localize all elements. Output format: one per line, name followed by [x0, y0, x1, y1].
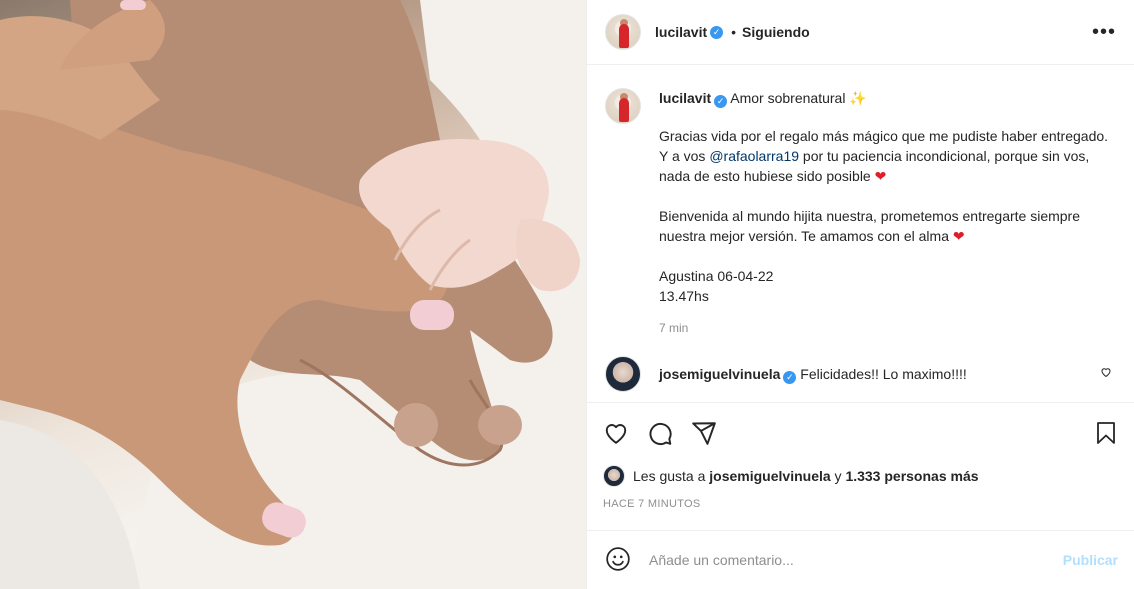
caption-username[interactable]: lucilavit: [659, 90, 711, 106]
share-icon[interactable]: [691, 420, 717, 446]
verified-badge-icon: ✓: [714, 95, 728, 108]
heart-icon[interactable]: [603, 420, 629, 446]
likes-prefix: Les gusta a: [633, 468, 706, 484]
more-options-icon[interactable]: •••: [1092, 22, 1116, 42]
comments-section: lucilavit ✓ Amor sobrenatural ✨ Gracias v…: [587, 66, 1134, 402]
comment-text: Felicidades!! Lo maximo!!!!: [800, 366, 967, 382]
caption-text: Bienvenida al mundo hijita nuestra, prom…: [659, 208, 1081, 244]
comment-body: josemiguelvinuela ✓ Felicidades!! Lo maxi…: [659, 364, 1116, 384]
liker-username[interactable]: josemiguelvinuela: [709, 468, 830, 484]
caption-date: Agustina 06-04-22: [659, 268, 774, 284]
sparkle-emoji-icon: ✨: [849, 90, 867, 106]
comment-input[interactable]: [649, 552, 1063, 568]
comment-item: josemiguelvinuela ✓ Felicidades!! Lo maxi…: [605, 356, 1116, 392]
caption-hour: 13.47hs: [659, 288, 709, 304]
caption-body: lucilavit ✓ Amor sobrenatural ✨ Gracias v…: [659, 88, 1116, 338]
caption-timestamp[interactable]: 7 min: [659, 318, 1116, 338]
verified-badge-icon: ✓: [710, 25, 724, 39]
caption-paragraph-2: Bienvenida al mundo hijita nuestra, prom…: [659, 206, 1116, 246]
caption-title: Amor sobrenatural: [730, 90, 846, 106]
caption-avatar[interactable]: [605, 88, 641, 124]
verified-badge-icon: ✓: [783, 371, 797, 384]
commenter-username[interactable]: josemiguelvinuela: [659, 366, 780, 382]
liker-avatar[interactable]: [603, 465, 625, 487]
likes-summary: Les gusta a josemiguelvinuela y 1.333 pe…: [603, 465, 1118, 487]
emoji-icon[interactable]: [605, 546, 631, 575]
post-actions: Les gusta a josemiguelvinuela y 1.333 pe…: [587, 402, 1134, 510]
action-icons: [603, 419, 1118, 447]
heart-emoji-icon: ❤: [952, 228, 965, 244]
header-separator: •: [731, 24, 737, 40]
comment-icon[interactable]: [647, 420, 673, 446]
mention-link[interactable]: @rafaolarra19: [709, 148, 799, 164]
instagram-post: lucilavit ✓ • Siguiendo ••• lucilavit ✓ A…: [0, 0, 1134, 589]
author-username[interactable]: lucilavit: [655, 24, 707, 40]
add-comment-bar: Publicar: [587, 530, 1134, 589]
caption-paragraph-1: Gracias vida por el regalo más mágico qu…: [659, 126, 1116, 186]
author-avatar[interactable]: [605, 14, 641, 50]
following-button[interactable]: Siguiendo: [742, 24, 810, 40]
likes-middle: y: [834, 468, 842, 484]
caption-paragraph-3: Agustina 06-04-22 13.47hs: [659, 266, 1116, 306]
hands-photo-illustration: [0, 0, 586, 589]
bookmark-icon[interactable]: [1094, 420, 1118, 446]
likes-count[interactable]: 1.333 personas más: [845, 468, 978, 484]
post-header: lucilavit ✓ • Siguiendo •••: [587, 0, 1134, 65]
commenter-avatar[interactable]: [605, 356, 641, 392]
comment-like-heart-icon[interactable]: [1100, 366, 1112, 381]
post-photo[interactable]: [0, 0, 586, 589]
post-time[interactable]: HACE 7 MINUTOS: [603, 498, 1118, 510]
caption: lucilavit ✓ Amor sobrenatural ✨ Gracias v…: [605, 88, 1116, 338]
publish-button[interactable]: Publicar: [1063, 552, 1118, 568]
heart-emoji-icon: ❤: [874, 168, 887, 184]
post-panel: lucilavit ✓ • Siguiendo ••• lucilavit ✓ A…: [586, 0, 1134, 589]
